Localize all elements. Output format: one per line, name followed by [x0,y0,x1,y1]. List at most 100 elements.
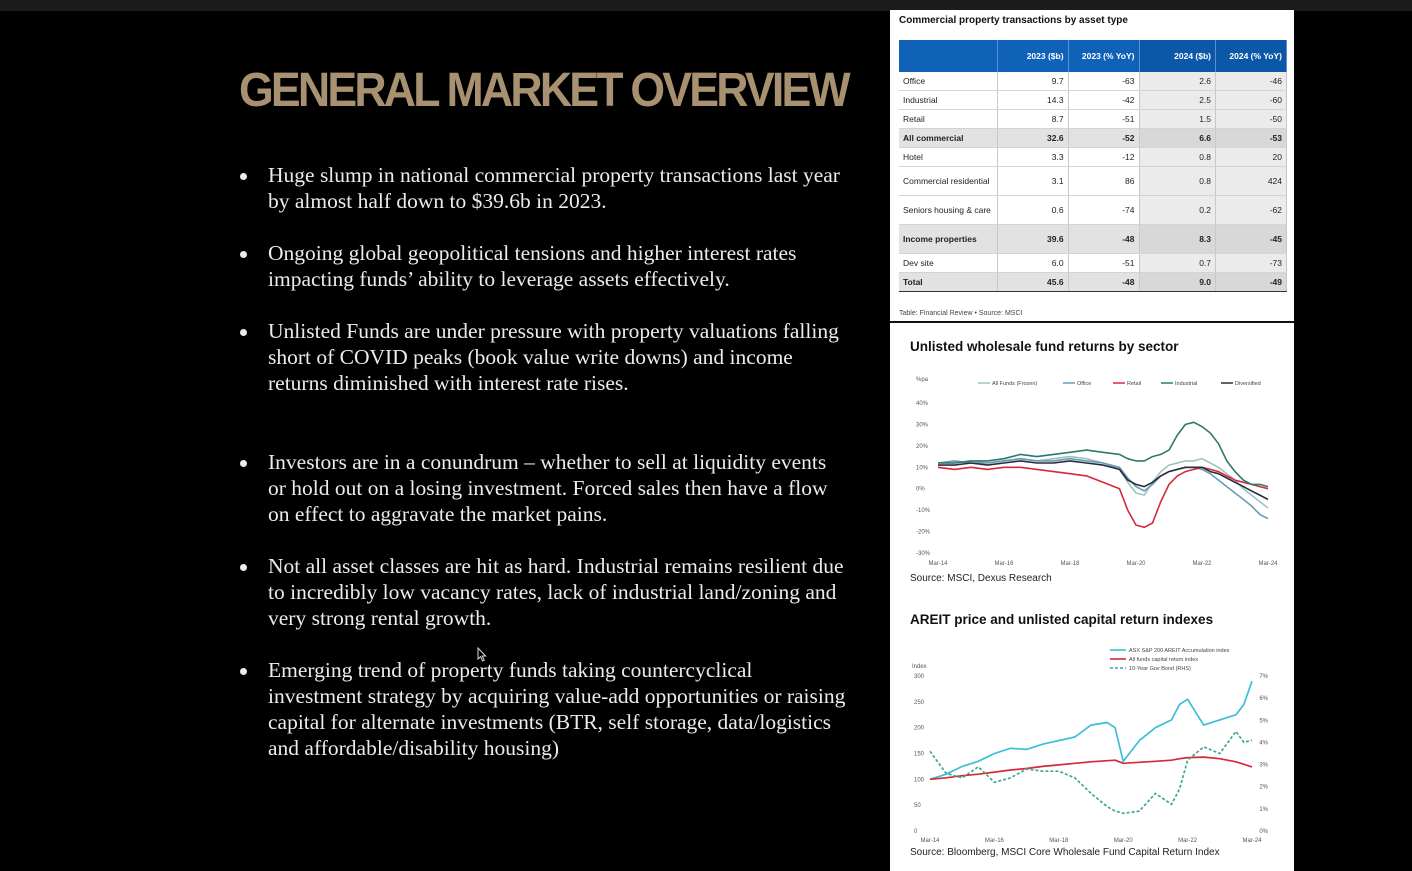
table-source: Table: Financial Review • Source: MSCI [899,310,1023,317]
cell-2023-value: 39.6 [997,224,1069,254]
cell-2024-value: 9.0 [1139,272,1217,292]
y-tick-label: -30% [916,551,931,557]
y-tick-label: 10% [916,465,929,471]
cell-2023-yoy: -63 [1068,72,1140,91]
cell-2024-value: 1.5 [1139,109,1217,129]
y-tick-label: 200 [914,726,925,732]
row-label: Office [899,72,998,91]
row-label: Total [899,272,998,292]
y-right-tick-label: 1% [1259,807,1268,813]
table-header-cell: 2023 (% YoY) [1068,40,1140,72]
areit-chart-source: Source: Bloomberg, MSCI Core Wholesale F… [910,847,1220,858]
cell-2023-value: 32.6 [997,128,1069,148]
table-header-cell: 2023 ($b) [997,40,1069,72]
y-tick-label: 20% [916,444,929,450]
bullet-text: Ongoing global geopolitical tensions and… [268,241,797,291]
bullet-text: Investors are in a conundrum – whether t… [268,450,828,526]
x-tick-label: Mar-18 [1049,838,1069,844]
bullet-text: Huge slump in national commercial proper… [268,163,840,213]
cell-2024-value: 0.8 [1139,147,1217,167]
cell-2024-value: 0.7 [1139,253,1217,273]
cell-2023-value: 9.7 [997,72,1069,91]
y-tick-label: -20% [916,530,931,536]
returns-chart-title: Unlisted wholesale fund returns by secto… [910,339,1179,354]
series-line [929,730,1253,815]
legend-label: Industrial [1175,381,1197,387]
cell-2024-yoy: -73 [1215,253,1287,273]
legend-label: All funds capital return index [1129,657,1198,663]
cell-2023-yoy: -51 [1068,109,1140,129]
y-right-tick-label: 3% [1259,763,1268,769]
x-tick-label: Mar-14 [928,561,948,567]
cell-2024-value: 2.5 [1139,90,1217,110]
row-label: Seniors housing & care [899,195,998,225]
bullet-dot-icon [240,329,247,336]
y-tick-label: 50 [914,803,921,809]
y-right-tick-label: 0% [1259,829,1268,835]
x-tick-label: Mar-20 [1126,561,1146,567]
bullet-dot-icon [240,251,247,258]
returns-chart-source: Source: MSCI, Dexus Research [910,573,1052,584]
series-line [938,421,1269,488]
y-tick-label: -10% [916,508,931,514]
bullet-text: Not all asset classes are hit as hard. I… [268,554,844,630]
legend-label: Office [1077,381,1091,387]
y-tick-label: 0 [914,829,918,835]
x-tick-label: Mar-16 [985,838,1005,844]
bullet-dot-icon [240,564,247,571]
slide-title: GENERAL MARKET OVERVIEW [239,64,851,117]
cell-2023-yoy: -48 [1068,272,1140,292]
cell-2024-yoy: -62 [1215,195,1287,225]
table-row: Hotel 3.3 -12 0.8 20 [899,147,1287,167]
table-row: Office 9.7 -63 2.6 -46 [899,72,1287,91]
y-tick-label: 250 [914,700,925,706]
cell-2023-value: 14.3 [997,90,1069,110]
y-tick-label: 150 [914,752,925,758]
legend-label: ASX S&P 200 AREIT Accumulation index [1129,648,1230,654]
table-row-subtotal: All commercial 32.6 -52 6.6 -53 [899,128,1287,148]
table-header-cell: 2024 (% YoY) [1215,40,1287,72]
y-right-tick-label: 5% [1259,718,1268,724]
cell-2023-yoy: -12 [1068,147,1140,167]
cell-2023-value: 3.3 [997,147,1069,167]
bullet-item: Investors are in a conundrum – whether t… [240,449,848,527]
table-header-cell: 2024 ($b) [1139,40,1217,72]
cell-2024-value: 8.3 [1139,224,1217,254]
row-label: Hotel [899,147,998,167]
areit-chart: Index 300 250 200 150 100 50 0 7% 6% 5% 4% 3% 2% 1% 0% M… [912,648,1269,844]
areit-chart-title: AREIT price and unlisted capital return … [910,612,1214,627]
table-row: Commercial residential 3.1 86 0.8 424 [899,166,1287,196]
row-label: Income properties [899,224,998,254]
cell-2024-yoy: -53 [1215,128,1287,148]
y-axis-label: Index [912,664,927,670]
y-right-tick-label: 2% [1259,785,1268,791]
y-tick-label: 0% [916,487,925,493]
cell-2024-value: 2.6 [1139,72,1217,91]
y-tick-label: 100 [914,777,925,783]
y-right-tick-label: 4% [1259,740,1268,746]
cell-2023-value: 45.6 [997,272,1069,292]
legend-label: Retail [1127,381,1141,387]
bullet-dot-icon [240,460,247,467]
row-label: Dev site [899,253,998,273]
y-tick-label: 300 [914,674,925,680]
bullet-text: Unlisted Funds are under pressure with p… [268,319,839,395]
legend-label: Diversified [1235,381,1261,387]
bullet-text: Emerging trend of property funds taking … [268,658,846,760]
row-label: Commercial residential [899,166,998,196]
cell-2023-yoy: -51 [1068,253,1140,273]
series-line [937,466,1269,529]
bullet-item: Unlisted Funds are under pressure with p… [240,318,848,396]
row-label: All commercial [899,128,998,148]
cell-2024-yoy: -45 [1215,224,1287,254]
x-tick-label: Mar-24 [1242,838,1262,844]
cell-2023-yoy: -48 [1068,224,1140,254]
row-label: Industrial [899,90,998,110]
cell-2023-value: 3.1 [997,166,1069,196]
cell-2023-value: 6.0 [997,253,1069,273]
bullet-item: Huge slump in national commercial proper… [240,162,848,214]
table-header-row: 2023 ($b) 2023 (% YoY) 2024 ($b) 2024 (%… [899,40,1287,72]
cell-2023-yoy: 86 [1068,166,1140,196]
mouse-cursor-icon [477,647,487,662]
table-row: Industrial 14.3 -42 2.5 -60 [899,90,1287,110]
